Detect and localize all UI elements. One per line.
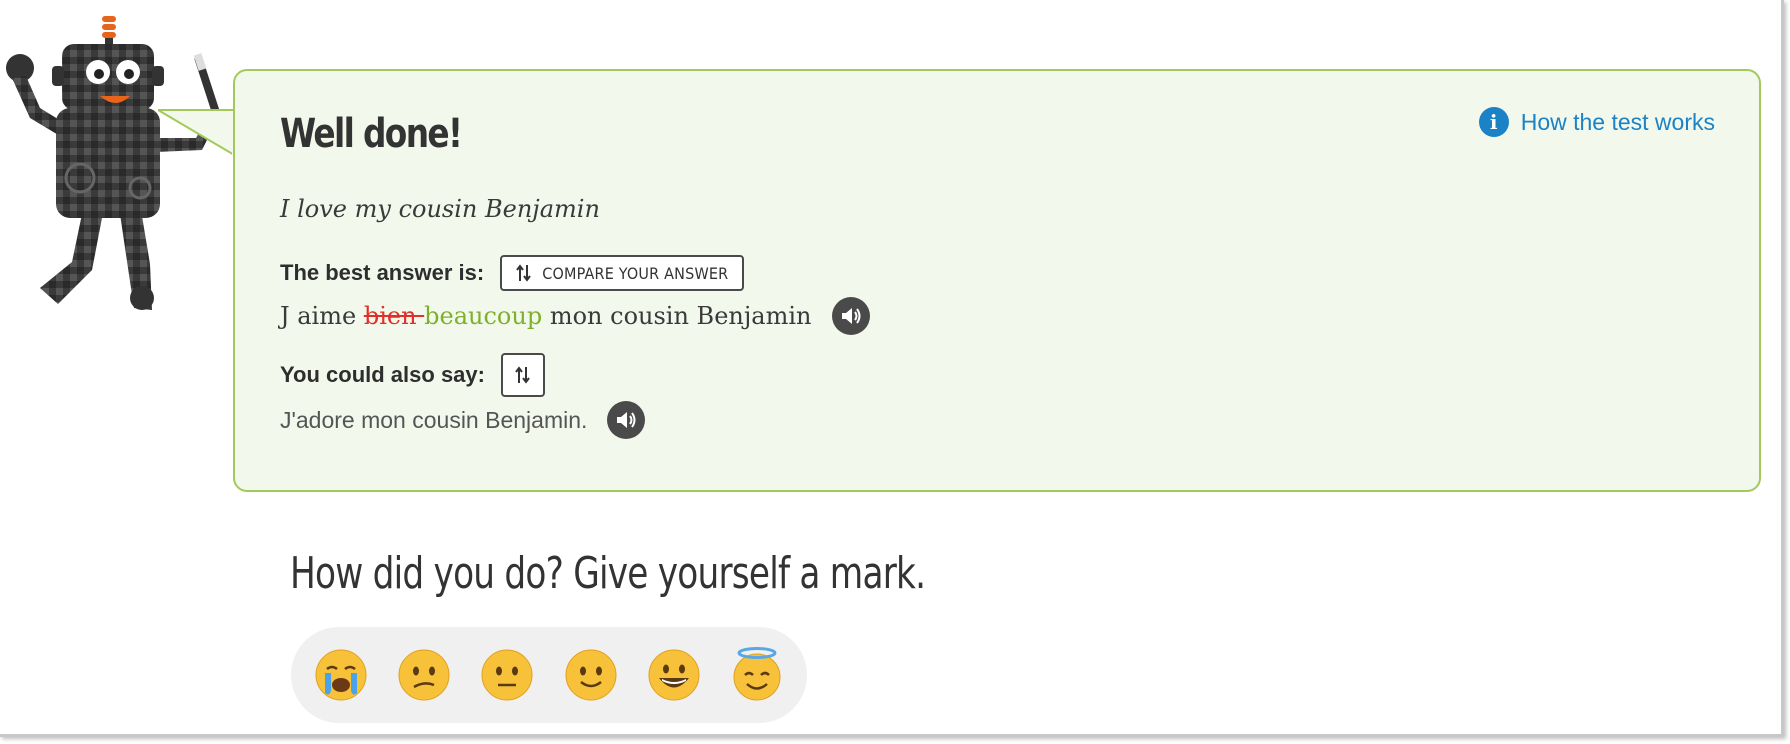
page-frame: Well done! i How the test works I love m… bbox=[0, 0, 1784, 737]
compare-alternative-button[interactable] bbox=[500, 353, 545, 397]
alternative-label: You could also say: bbox=[280, 362, 485, 387]
grinning-face-icon[interactable] bbox=[646, 647, 702, 703]
robot-mascot-illustration bbox=[6, 16, 222, 310]
best-answer-sentence: J aime bien beaucoup mon cousin Benjamin bbox=[280, 297, 870, 335]
compare-answer-label: COMPARE YOUR ANSWER bbox=[542, 263, 729, 283]
alternative-answer-sentence: J'adore mon cousin Benjamin. bbox=[280, 401, 646, 439]
neutral-face-icon[interactable] bbox=[479, 647, 535, 703]
smiling-face-with-halo-icon[interactable] bbox=[729, 647, 785, 703]
play-alternative-audio-button[interactable] bbox=[607, 401, 646, 439]
swap-arrows-icon bbox=[515, 366, 530, 384]
feedback-panel: Well done! i How the test works I love m… bbox=[233, 69, 1761, 492]
alternative-text: J'adore mon cousin Benjamin. bbox=[280, 406, 588, 433]
speaker-icon bbox=[617, 412, 636, 428]
feedback-title: Well done! bbox=[280, 111, 463, 157]
confused-face-icon[interactable] bbox=[396, 647, 452, 703]
answer-part-added: beaucoup bbox=[424, 302, 543, 330]
how-test-works-link[interactable]: i How the test works bbox=[1478, 107, 1715, 137]
best-answer-label: The best answer is: bbox=[280, 260, 485, 285]
answer-part-after: mon cousin Benjamin bbox=[542, 302, 812, 330]
play-audio-button[interactable] bbox=[831, 297, 870, 335]
english-prompt: I love my cousin Benjamin bbox=[280, 195, 600, 223]
best-answer-row: The best answer is: COMPARE YOUR ANSWER bbox=[280, 255, 745, 291]
speaker-icon bbox=[841, 308, 860, 324]
self-rating-bar bbox=[291, 627, 807, 723]
swap-arrows-icon bbox=[516, 264, 531, 282]
self-mark-heading: How did you do? Give yourself a mark. bbox=[290, 548, 926, 599]
answer-part-removed: bien bbox=[363, 302, 425, 330]
how-test-works-label: How the test works bbox=[1520, 108, 1715, 135]
answer-part-before: J aime bbox=[280, 302, 364, 330]
alternative-answer-row: You could also say: bbox=[280, 353, 545, 397]
compare-answer-button[interactable]: COMPARE YOUR ANSWER bbox=[500, 255, 745, 291]
slightly-smiling-face-icon[interactable] bbox=[563, 647, 619, 703]
info-icon: i bbox=[1478, 107, 1509, 137]
crying-face-icon[interactable] bbox=[313, 647, 369, 703]
speech-bubble-tail bbox=[158, 109, 238, 158]
